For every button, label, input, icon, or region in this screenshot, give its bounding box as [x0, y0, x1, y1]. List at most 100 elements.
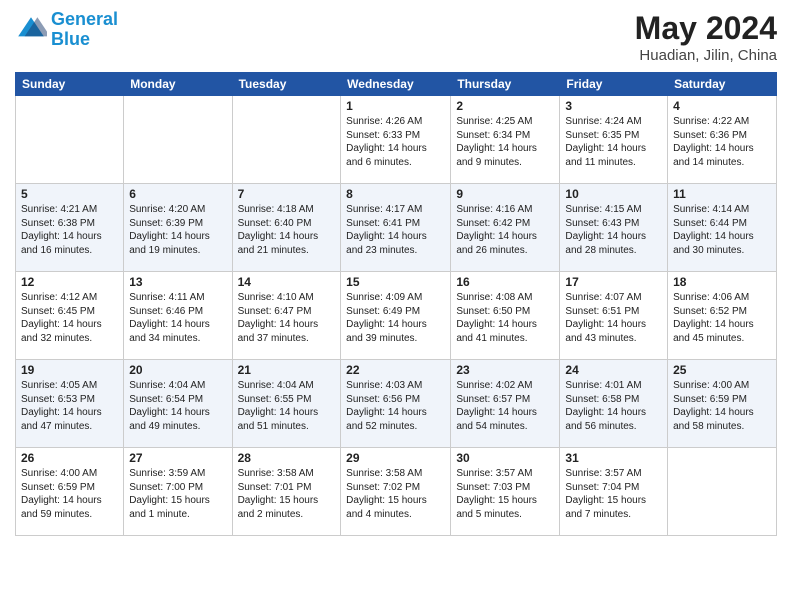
day-header-friday: Friday	[560, 73, 668, 96]
day-number: 31	[565, 451, 662, 465]
day-cell: 21Sunrise: 4:04 AM Sunset: 6:55 PM Dayli…	[232, 360, 341, 448]
day-number: 22	[346, 363, 445, 377]
day-info: Sunrise: 4:09 AM Sunset: 6:49 PM Dayligh…	[346, 291, 445, 345]
day-cell: 26Sunrise: 4:00 AM Sunset: 6:59 PM Dayli…	[16, 448, 124, 536]
day-info: Sunrise: 4:11 AM Sunset: 6:46 PM Dayligh…	[129, 291, 226, 345]
day-number: 12	[21, 275, 118, 289]
day-cell	[668, 448, 777, 536]
day-info: Sunrise: 4:10 AM Sunset: 6:47 PM Dayligh…	[238, 291, 336, 345]
day-cell: 14Sunrise: 4:10 AM Sunset: 6:47 PM Dayli…	[232, 272, 341, 360]
day-cell: 13 Sunrise: 4:11 AM Sunset: 6:46 PM Dayli…	[124, 272, 232, 360]
day-number: 17	[565, 275, 662, 289]
day-cell: 29 Sunrise: 3:58 AM Sunset: 7:02 PM Dayli…	[341, 448, 451, 536]
day-number: 27	[129, 451, 226, 465]
week-row-5: 26Sunrise: 4:00 AM Sunset: 6:59 PM Dayli…	[16, 448, 777, 536]
day-number: 10	[565, 187, 662, 201]
day-info: Sunrise: 4:08 AM Sunset: 6:50 PM Dayligh…	[456, 291, 554, 345]
header: General Blue May 2024 Huadian, Jilin, Ch…	[15, 10, 777, 64]
title-block: May 2024 Huadian, Jilin, China	[635, 10, 777, 64]
day-number: 3	[565, 99, 662, 113]
day-number: 24	[565, 363, 662, 377]
day-cell: 27 Sunrise: 3:59 AM Sunset: 7:00 PM Dayli…	[124, 448, 232, 536]
day-info: Sunrise: 4:24 AM Sunset: 6:35 PM Dayligh…	[565, 115, 662, 169]
day-number: 20	[129, 363, 226, 377]
logo-blue: Blue	[51, 29, 90, 49]
day-cell: 4 Sunrise: 4:22 AM Sunset: 6:36 PM Daylig…	[668, 96, 777, 184]
week-row-2: 5Sunrise: 4:21 AM Sunset: 6:38 PM Daylig…	[16, 184, 777, 272]
day-info: Sunrise: 4:07 AM Sunset: 6:51 PM Dayligh…	[565, 291, 662, 345]
calendar-header-row: SundayMondayTuesdayWednesdayThursdayFrid…	[16, 73, 777, 96]
day-number: 21	[238, 363, 336, 377]
day-cell: 30 Sunrise: 3:57 AM Sunset: 7:03 PM Dayli…	[451, 448, 560, 536]
day-info: Sunrise: 4:16 AM Sunset: 6:42 PM Dayligh…	[456, 203, 554, 257]
day-number: 16	[456, 275, 554, 289]
day-number: 29	[346, 451, 445, 465]
day-header-tuesday: Tuesday	[232, 73, 341, 96]
day-number: 13	[129, 275, 226, 289]
day-number: 1	[346, 99, 445, 113]
day-number: 4	[673, 99, 771, 113]
day-number: 5	[21, 187, 118, 201]
day-info: Sunrise: 4:00 AM Sunset: 6:59 PM Dayligh…	[673, 379, 771, 433]
day-info: Sunrise: 4:22 AM Sunset: 6:36 PM Dayligh…	[673, 115, 771, 169]
day-cell: 20 Sunrise: 4:04 AM Sunset: 6:54 PM Dayli…	[124, 360, 232, 448]
day-cell: 24 Sunrise: 4:01 AM Sunset: 6:58 PM Dayli…	[560, 360, 668, 448]
day-cell: 6Sunrise: 4:20 AM Sunset: 6:39 PM Daylig…	[124, 184, 232, 272]
logo-text: General Blue	[51, 10, 118, 50]
day-cell: 12 Sunrise: 4:12 AM Sunset: 6:45 PM Dayli…	[16, 272, 124, 360]
day-info: Sunrise: 4:25 AM Sunset: 6:34 PM Dayligh…	[456, 115, 554, 169]
week-row-3: 12 Sunrise: 4:12 AM Sunset: 6:45 PM Dayli…	[16, 272, 777, 360]
day-cell: 25 Sunrise: 4:00 AM Sunset: 6:59 PM Dayli…	[668, 360, 777, 448]
day-cell: 11 Sunrise: 4:14 AM Sunset: 6:44 PM Dayli…	[668, 184, 777, 272]
day-header-wednesday: Wednesday	[341, 73, 451, 96]
day-number: 25	[673, 363, 771, 377]
day-info: Sunrise: 3:59 AM Sunset: 7:00 PM Dayligh…	[129, 467, 226, 521]
day-header-saturday: Saturday	[668, 73, 777, 96]
day-number: 8	[346, 187, 445, 201]
day-cell: 2 Sunrise: 4:25 AM Sunset: 6:34 PM Daylig…	[451, 96, 560, 184]
day-cell: 5Sunrise: 4:21 AM Sunset: 6:38 PM Daylig…	[16, 184, 124, 272]
logo-general: General	[51, 9, 118, 29]
day-header-thursday: Thursday	[451, 73, 560, 96]
day-cell	[232, 96, 341, 184]
day-info: Sunrise: 3:57 AM Sunset: 7:03 PM Dayligh…	[456, 467, 554, 521]
day-info: Sunrise: 4:04 AM Sunset: 6:54 PM Dayligh…	[129, 379, 226, 433]
day-cell: 10 Sunrise: 4:15 AM Sunset: 6:43 PM Dayli…	[560, 184, 668, 272]
day-cell: 7Sunrise: 4:18 AM Sunset: 6:40 PM Daylig…	[232, 184, 341, 272]
day-info: Sunrise: 4:26 AM Sunset: 6:33 PM Dayligh…	[346, 115, 445, 169]
day-number: 7	[238, 187, 336, 201]
day-number: 26	[21, 451, 118, 465]
location: Huadian, Jilin, China	[635, 47, 777, 64]
day-info: Sunrise: 4:05 AM Sunset: 6:53 PM Dayligh…	[21, 379, 118, 433]
day-number: 19	[21, 363, 118, 377]
day-cell: 9 Sunrise: 4:16 AM Sunset: 6:42 PM Daylig…	[451, 184, 560, 272]
day-info: Sunrise: 3:57 AM Sunset: 7:04 PM Dayligh…	[565, 467, 662, 521]
day-number: 9	[456, 187, 554, 201]
day-number: 18	[673, 275, 771, 289]
day-number: 6	[129, 187, 226, 201]
day-info: Sunrise: 4:12 AM Sunset: 6:45 PM Dayligh…	[21, 291, 118, 345]
week-row-1: 1 Sunrise: 4:26 AM Sunset: 6:33 PM Daylig…	[16, 96, 777, 184]
day-info: Sunrise: 4:15 AM Sunset: 6:43 PM Dayligh…	[565, 203, 662, 257]
day-number: 11	[673, 187, 771, 201]
day-cell	[124, 96, 232, 184]
day-info: Sunrise: 3:58 AM Sunset: 7:02 PM Dayligh…	[346, 467, 445, 521]
calendar-table: SundayMondayTuesdayWednesdayThursdayFrid…	[15, 72, 777, 536]
week-row-4: 19 Sunrise: 4:05 AM Sunset: 6:53 PM Dayli…	[16, 360, 777, 448]
day-info: Sunrise: 4:06 AM Sunset: 6:52 PM Dayligh…	[673, 291, 771, 345]
day-info: Sunrise: 4:01 AM Sunset: 6:58 PM Dayligh…	[565, 379, 662, 433]
day-info: Sunrise: 4:17 AM Sunset: 6:41 PM Dayligh…	[346, 203, 445, 257]
day-info: Sunrise: 4:14 AM Sunset: 6:44 PM Dayligh…	[673, 203, 771, 257]
day-cell: 23Sunrise: 4:02 AM Sunset: 6:57 PM Dayli…	[451, 360, 560, 448]
day-info: Sunrise: 4:03 AM Sunset: 6:56 PM Dayligh…	[346, 379, 445, 433]
day-number: 28	[238, 451, 336, 465]
day-number: 2	[456, 99, 554, 113]
day-cell: 17 Sunrise: 4:07 AM Sunset: 6:51 PM Dayli…	[560, 272, 668, 360]
day-cell: 19 Sunrise: 4:05 AM Sunset: 6:53 PM Dayli…	[16, 360, 124, 448]
day-header-sunday: Sunday	[16, 73, 124, 96]
day-cell: 28 Sunrise: 3:58 AM Sunset: 7:01 PM Dayli…	[232, 448, 341, 536]
day-cell: 22 Sunrise: 4:03 AM Sunset: 6:56 PM Dayli…	[341, 360, 451, 448]
day-cell: 1 Sunrise: 4:26 AM Sunset: 6:33 PM Daylig…	[341, 96, 451, 184]
day-number: 30	[456, 451, 554, 465]
day-info: Sunrise: 3:58 AM Sunset: 7:01 PM Dayligh…	[238, 467, 336, 521]
